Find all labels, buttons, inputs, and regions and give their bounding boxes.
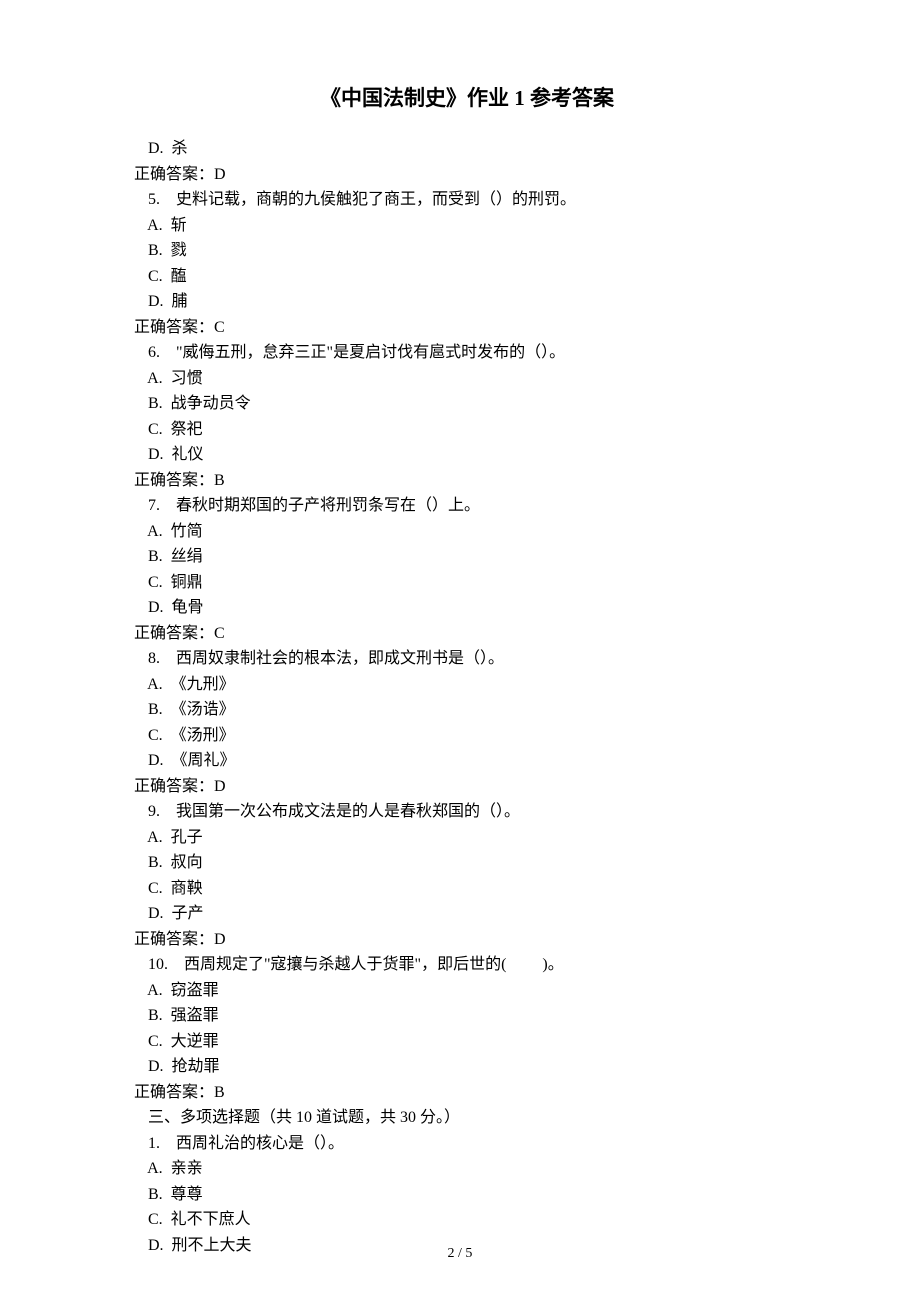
page-number: 2 / 5 — [0, 1246, 920, 1262]
option-a: A. 孔子 — [134, 825, 800, 851]
answer: 正确答案：D — [134, 162, 800, 188]
option-c: C. 铜鼎 — [134, 570, 800, 596]
document-page: 《中国法制史》作业 1 参考答案 D. 杀 正确答案：D 5. 史料记载，商朝的… — [0, 0, 920, 1302]
option-b: B. 叔向 — [134, 850, 800, 876]
option-d: D. 子产 — [134, 901, 800, 927]
section-3-heading: 三、多项选择题（共 10 道试题，共 30 分。） — [134, 1105, 800, 1131]
answer: 正确答案：D — [134, 774, 800, 800]
option-c: C. 大逆罪 — [134, 1029, 800, 1055]
option-a: A. 窃盗罪 — [134, 978, 800, 1004]
answer: 正确答案：D — [134, 927, 800, 953]
option-b: B. 尊尊 — [134, 1182, 800, 1208]
option-a: A. 《九刑》 — [134, 672, 800, 698]
answer: 正确答案：B — [134, 1080, 800, 1106]
question-10: 10. 西周规定了"寇攘与杀越人于货罪"，即后世的( )。 — [134, 952, 800, 978]
option-b: B. 战争动员令 — [134, 391, 800, 417]
option-c: C. 礼不下庶人 — [134, 1207, 800, 1233]
option-d: D. 《周礼》 — [134, 748, 800, 774]
answer: 正确答案：B — [134, 468, 800, 494]
option-c: C. 醢 — [134, 264, 800, 290]
option-d: D. 抢劫罪 — [134, 1054, 800, 1080]
option-d: D. 礼仪 — [134, 442, 800, 468]
option-a: A. 习惯 — [134, 366, 800, 392]
option-b: B. 强盗罪 — [134, 1003, 800, 1029]
answer: 正确答案：C — [134, 315, 800, 341]
option-c: C. 祭祀 — [134, 417, 800, 443]
option-d: D. 杀 — [134, 136, 800, 162]
page-title: 《中国法制史》作业 1 参考答案 — [134, 82, 800, 112]
option-a: A. 斩 — [134, 213, 800, 239]
question-7: 7. 春秋时期郑国的子产将刑罚条写在（）上。 — [134, 493, 800, 519]
answer: 正确答案：C — [134, 621, 800, 647]
option-b: B. 《汤诰》 — [134, 697, 800, 723]
option-d: D. 脯 — [134, 289, 800, 315]
option-b: B. 丝绢 — [134, 544, 800, 570]
option-c: C. 商鞅 — [134, 876, 800, 902]
question-8: 8. 西周奴隶制社会的根本法，即成文刑书是（）。 — [134, 646, 800, 672]
option-b: B. 戮 — [134, 238, 800, 264]
question-5: 5. 史料记载，商朝的九侯触犯了商王，而受到（）的刑罚。 — [134, 187, 800, 213]
option-a: A. 竹简 — [134, 519, 800, 545]
question-6: 6. "威侮五刑，怠弃三正"是夏启讨伐有扈式时发布的（）。 — [134, 340, 800, 366]
option-a: A. 亲亲 — [134, 1156, 800, 1182]
option-c: C. 《汤刑》 — [134, 723, 800, 749]
question-9: 9. 我国第一次公布成文法是的人是春秋郑国的（）。 — [134, 799, 800, 825]
question-1: 1. 西周礼治的核心是（）。 — [134, 1131, 800, 1157]
option-d: D. 龟骨 — [134, 595, 800, 621]
